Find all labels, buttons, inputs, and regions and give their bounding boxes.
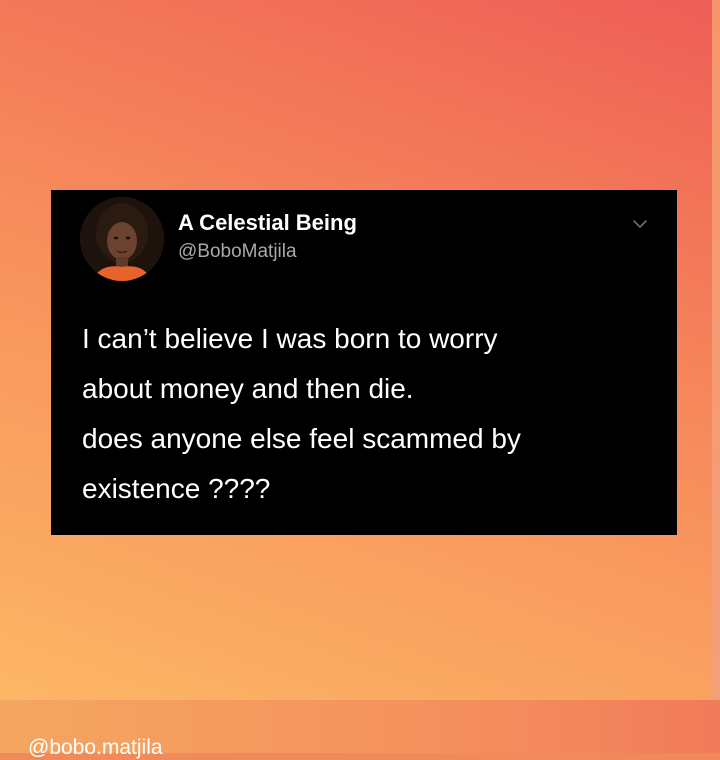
tweet-text-line: existence ????: [82, 473, 271, 504]
tweet-text: I can’t believe I was born to worry abou…: [82, 314, 662, 514]
avatar[interactable]: [80, 197, 164, 281]
user-handle[interactable]: @BoboMatjila: [178, 241, 297, 263]
tweet-text-line: does anyone else feel scammed by: [82, 423, 521, 454]
right-edge-strip: [712, 0, 720, 700]
tweet-text-line: I can’t believe I was born to worry: [82, 323, 498, 354]
watermark-handle: @bobo.matjila: [28, 736, 163, 759]
profile-photo: [80, 197, 164, 281]
tweet-text-line: about money and then die.: [82, 373, 414, 404]
display-name[interactable]: A Celestial Being: [178, 210, 357, 236]
chevron-down-icon[interactable]: [632, 218, 648, 230]
tweet-card: A Celestial Being @BoboMatjila I can’t b…: [51, 190, 677, 535]
